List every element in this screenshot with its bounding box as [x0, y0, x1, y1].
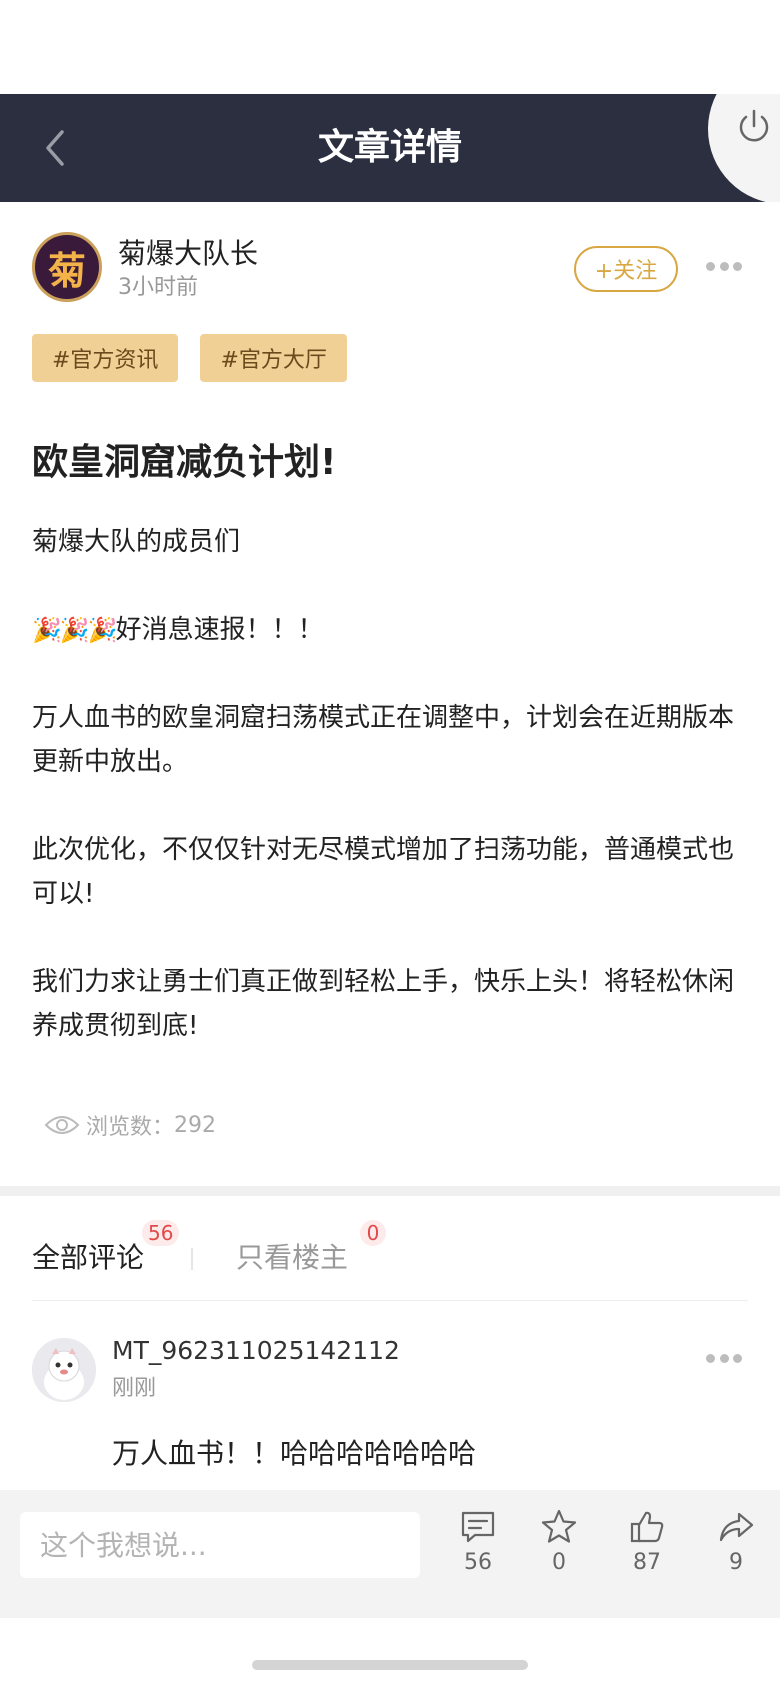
share-button[interactable]: 9 — [704, 1508, 768, 1588]
post-paragraph: 菊爆大队的成员们 — [32, 527, 241, 557]
more-icon[interactable] — [706, 1348, 742, 1368]
like-count: 87 — [633, 1550, 661, 1575]
post-paragraph: 此次优化，不仅仅针对无尽模式增加了扫荡功能，普通模式也可以! — [32, 835, 735, 909]
favorite-button[interactable]: 0 — [527, 1508, 591, 1588]
home-indicator[interactable] — [252, 1660, 528, 1670]
comment-count: 56 — [464, 1550, 492, 1575]
page-title: 文章详情 — [317, 127, 462, 168]
author-avatar[interactable]: 菊 — [32, 232, 102, 302]
views-label: 浏览数： — [86, 1115, 175, 1140]
mascot-avatar-image — [32, 1338, 96, 1402]
post-paragraph: 🎉🎉🎉好消息速报！！！ — [32, 608, 748, 652]
star-icon — [541, 1509, 577, 1543]
section-divider — [0, 1186, 780, 1196]
tag-official-hall[interactable]: #官方大厅 — [200, 334, 347, 382]
owner-comments-badge: 0 — [360, 1220, 386, 1246]
more-icon[interactable] — [706, 256, 742, 276]
comment-text: 万人血书！！哈哈哈哈哈哈哈 — [112, 1437, 477, 1470]
tab-owner-only[interactable]: 只看楼主 — [236, 1240, 348, 1276]
comment-icon — [461, 1511, 495, 1543]
tag-official-news[interactable]: #官方资讯 — [32, 334, 179, 382]
post-headline: 好消息速报！！！ — [115, 615, 324, 645]
thumbs-up-icon — [630, 1511, 664, 1543]
share-count: 9 — [729, 1550, 743, 1575]
follow-button[interactable]: +关注 — [574, 246, 678, 292]
view-count: 浏览数： 292 — [44, 1108, 216, 1142]
like-button[interactable]: 87 — [615, 1508, 679, 1588]
tab-separator — [191, 1248, 193, 1270]
post-body: 菊爆大队的成员们 🎉🎉🎉好消息速报！！！ 万人血书的欧皇洞窟扫荡模式正在调整中，… — [32, 520, 748, 1048]
comment-time: 刚刚 — [112, 1376, 157, 1401]
party-popper-icon: 🎉🎉🎉 — [32, 616, 118, 644]
author-name[interactable]: 菊爆大队长 — [118, 236, 258, 272]
tab-divider — [32, 1300, 748, 1301]
post-paragraph: 万人血书的欧皇洞窟扫荡模式正在调整中，计划会在近期版本更新中放出。 — [32, 703, 735, 777]
power-icon[interactable] — [734, 106, 774, 146]
share-icon — [719, 1512, 754, 1542]
commenter-avatar[interactable] — [32, 1338, 96, 1402]
all-comments-badge: 56 — [142, 1220, 180, 1246]
bottom-action-bar: 56 0 87 9 — [0, 1490, 780, 1618]
tag-list: #官方资讯 #官方大厅 — [32, 334, 347, 382]
post-time: 3小时前 — [118, 275, 198, 300]
favorite-count: 0 — [552, 1550, 566, 1575]
comment-button[interactable]: 56 — [446, 1508, 510, 1588]
avatar-logo-glyph: 菊 — [47, 247, 86, 293]
tab-all-comments[interactable]: 全部评论 — [32, 1240, 144, 1276]
eye-icon — [44, 1116, 80, 1134]
comment-input[interactable] — [20, 1512, 420, 1578]
status-bar-area — [0, 0, 780, 94]
navigation-bar: 文章详情 — [0, 94, 780, 202]
commenter-name[interactable]: MT_962311025142112 — [112, 1334, 400, 1368]
author-row: 菊 菊爆大队长 3小时前 +关注 — [0, 202, 780, 322]
views-count: 292 — [174, 1112, 217, 1138]
post-paragraph: 我们力求让勇士们真正做到轻松上手，快乐上头！将轻松休闲养成贯彻到底! — [32, 967, 735, 1041]
post-title: 欧皇洞窟减负计划! — [32, 442, 337, 483]
comment-item: MT_962311025142112 刚刚 万人血书！！哈哈哈哈哈哈哈 — [0, 1302, 780, 1492]
